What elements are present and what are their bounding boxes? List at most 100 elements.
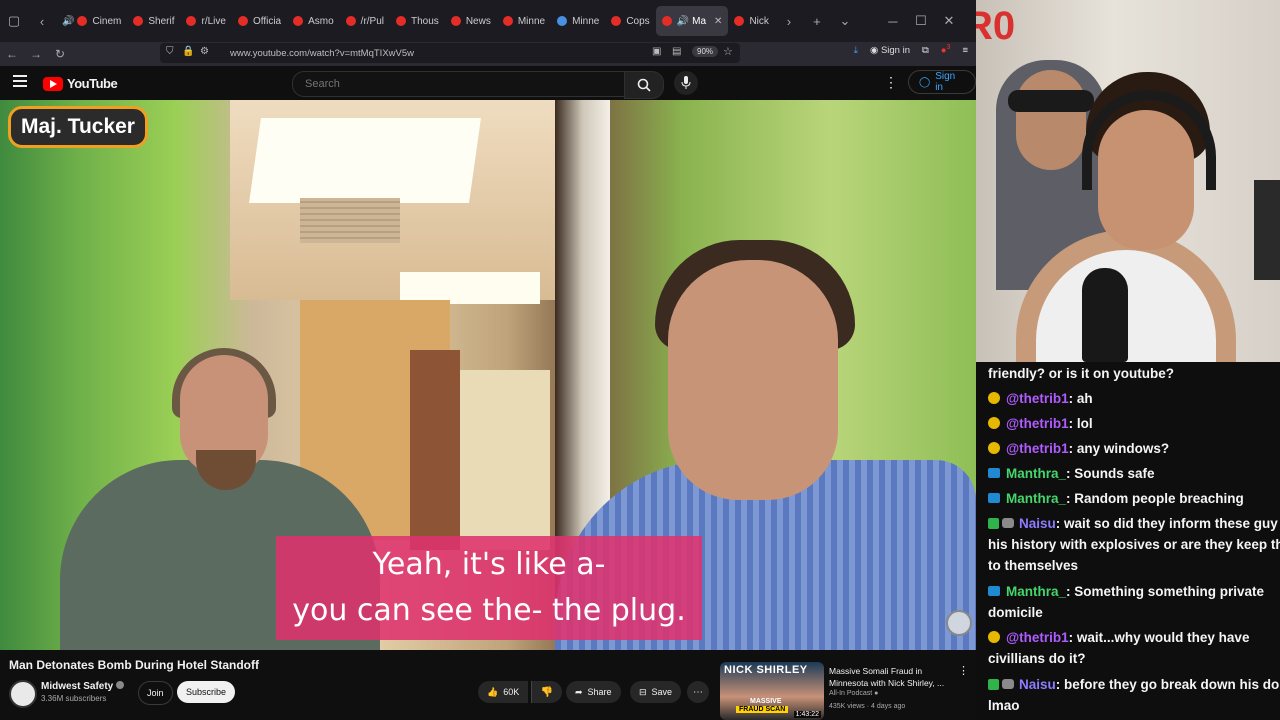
browser-tab[interactable]: r/Live [180, 6, 231, 36]
chat-username[interactable]: @thetrib1 [1006, 416, 1069, 431]
browser-tab[interactable]: Officia [232, 6, 287, 36]
browser-tab[interactable]: /r/Pul [340, 6, 390, 36]
channel-name[interactable]: Midwest Safety [41, 681, 125, 692]
background-tv-person-glasses [1008, 90, 1094, 112]
chat-username[interactable]: Naisu [1019, 516, 1056, 531]
recommended-channel[interactable]: All-In Podcast ● [829, 690, 878, 697]
scene-ceiling-vent [300, 198, 400, 243]
more-options-icon[interactable]: ⋮ [884, 74, 898, 91]
bookmark-icon: ⊟ [639, 686, 647, 697]
browser-tab-strip: ▢ ‹ 🔊 Cinem Sherif r/Live Officia Asmo /r… [0, 0, 976, 42]
addon-icon[interactable]: ●3 [941, 44, 951, 56]
voice-search-button[interactable] [674, 71, 698, 95]
tab-favicon [502, 16, 513, 26]
chat-text: : ah [1068, 391, 1093, 406]
url-text[interactable]: www.youtube.com/watch?v=mtMqTIXwV5w [230, 48, 414, 59]
hamburger-menu-icon[interactable] [13, 75, 27, 87]
recommended-title[interactable]: Massive Somali Fraud in Minnesota with N… [829, 665, 955, 689]
background-poster [1254, 180, 1280, 280]
moderator-badge-icon [988, 392, 1000, 404]
browser-tab[interactable]: Minne [497, 6, 551, 36]
tab-favicon [237, 16, 248, 26]
save-button[interactable]: ⊟ Save [630, 681, 682, 703]
chat-username[interactable]: @thetrib1 [1006, 630, 1069, 645]
browser-tab[interactable]: Thous [390, 6, 445, 36]
video-player[interactable]: Maj. Tucker Yeah, it's like a- you can s… [0, 100, 976, 650]
chat-username[interactable]: Manthra_ [1006, 466, 1066, 481]
bookmark-star-icon[interactable]: ☆ [723, 45, 733, 58]
chat-username[interactable]: Manthra_ [1006, 491, 1066, 506]
address-bar[interactable]: ⛉ 🔒 ⚙ www.youtube.com/watch?v=mtMqTIXwV5… [160, 43, 740, 63]
emote-badge-icon [1002, 679, 1014, 689]
browser-tab[interactable]: Minne [551, 6, 605, 36]
channel-name-text[interactable]: Midwest Safety [41, 681, 113, 692]
chat-username[interactable]: @thetrib1 [1006, 391, 1069, 406]
verified-check-icon [988, 518, 999, 529]
browser-tab[interactable]: News [445, 6, 497, 36]
chat-message: @thetrib1: wait...why would they have ci… [988, 627, 1278, 669]
share-arrow-icon: ➦ [575, 686, 583, 697]
new-tab-icon[interactable]: + [803, 7, 831, 35]
recommended-meta: 435K views · 4 days ago [829, 703, 906, 710]
picture-in-picture-icon[interactable]: ▣ [652, 46, 661, 57]
tab-favicon [345, 16, 356, 26]
reader-view-icon[interactable]: ▤ [672, 46, 681, 57]
maximize-icon[interactable]: ☐ [907, 7, 935, 35]
join-button[interactable]: Join [138, 681, 173, 705]
chat-message: Naisu: before they go break down his do … [988, 674, 1280, 716]
dislike-button[interactable]: 👎 [531, 681, 562, 703]
zoom-level[interactable]: 90% [692, 46, 719, 57]
like-button[interactable]: 👍 60K [478, 681, 529, 703]
tab-favicon [734, 16, 745, 26]
recommended-more-icon[interactable]: ⋮ [958, 664, 969, 677]
search-button[interactable] [624, 71, 664, 99]
extensions-icon[interactable]: ⧉ [922, 45, 929, 56]
permissions-icon[interactable]: ⚙ [200, 46, 209, 57]
lock-icon[interactable]: 🔒 [182, 46, 194, 57]
channel-watermark-icon[interactable] [946, 610, 972, 636]
minimize-icon[interactable]: ─ [879, 7, 907, 35]
tab-list-icon[interactable]: ▢ [0, 7, 28, 35]
close-tab-icon[interactable]: ✕ [714, 16, 722, 27]
chat-username[interactable]: Naisu [1019, 677, 1056, 692]
youtube-logo[interactable]: YouTube [43, 76, 118, 91]
account-button[interactable]: ◉ Sign in [870, 45, 910, 56]
browser-tab[interactable]: Asmo [287, 6, 340, 36]
search-input[interactable] [303, 77, 607, 91]
chat-message: Manthra_: Sounds safe [988, 463, 1155, 484]
download-icon[interactable]: ⤓ [854, 45, 858, 56]
chat-username[interactable]: @thetrib1 [1006, 441, 1069, 456]
browser-tab[interactable]: Sherif [127, 6, 180, 36]
chat-panel: friendly? or is it on youtube? @thetrib1… [976, 362, 1280, 720]
chevron-down-icon[interactable]: ⌄ [831, 7, 859, 35]
person-right-face [668, 260, 838, 500]
moderator-badge-icon [988, 442, 1000, 454]
youtube-sign-in-button[interactable]: ◯ Sign in [908, 70, 976, 94]
microphone-icon [681, 76, 691, 89]
youtube-header: YouTube ⋮ ◯ Sign in [0, 66, 976, 100]
video-duration: 1:43:22 [793, 711, 821, 718]
scroll-tabs-left-icon[interactable]: ‹ [28, 7, 56, 35]
app-menu-icon[interactable]: ≡ [962, 45, 968, 56]
recommended-thumbnail[interactable]: NICK SHIRLEY MASSIVE FRAUD SCAN 1:43:22 [720, 662, 824, 720]
tab-favicon [186, 16, 197, 26]
chat-username[interactable]: Manthra_ [1006, 584, 1066, 599]
browser-tab[interactable]: Cops [605, 6, 655, 36]
back-icon[interactable]: ← [0, 47, 24, 61]
forward-icon[interactable]: → [24, 47, 48, 61]
channel-avatar[interactable] [9, 680, 37, 708]
search-box[interactable] [292, 71, 626, 97]
browser-tab[interactable]: 🔊 Cinem [56, 6, 127, 36]
subscribe-button[interactable]: Subscribe [177, 681, 236, 703]
browser-tab-active[interactable]: 🔊 Ma ✕ [655, 6, 729, 36]
chat-message: Manthra_: Something something private do… [988, 581, 1278, 623]
browser-tab[interactable]: Nick [728, 6, 774, 36]
share-button[interactable]: ➦ Share [566, 681, 621, 703]
reload-icon[interactable]: ↻ [48, 47, 72, 61]
subscriber-badge-icon [988, 493, 1000, 503]
close-window-icon[interactable]: ✕ [935, 7, 963, 35]
more-actions-icon[interactable]: ⋯ [687, 681, 709, 703]
chat-message: @thetrib1: any windows? [988, 438, 1169, 459]
scroll-tabs-right-icon[interactable]: › [775, 7, 803, 35]
shield-icon[interactable]: ⛉ [166, 46, 174, 57]
